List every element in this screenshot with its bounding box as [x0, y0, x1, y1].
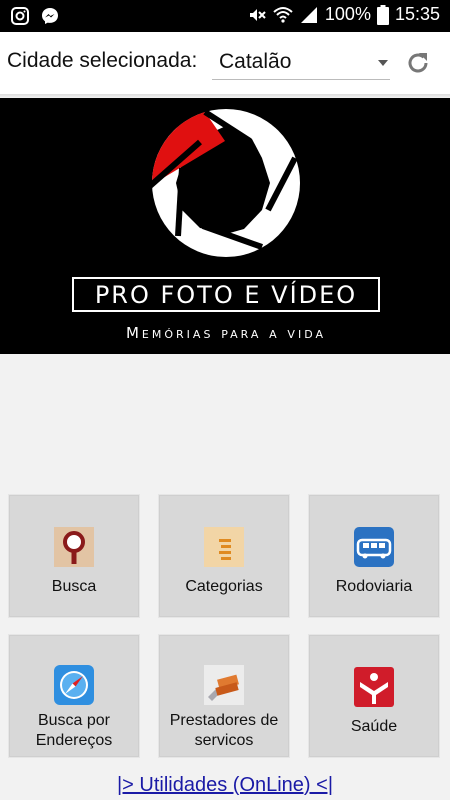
menu-tile-label: Prestadores de servicos: [169, 712, 279, 749]
city-dropdown-value: Catalão: [219, 50, 292, 73]
tools-icon: [204, 665, 244, 705]
menu-tile-label: Saúde: [350, 718, 398, 735]
battery-icon: [376, 4, 389, 25]
menu-tile-rodoviaria[interactable]: Rodoviaria: [308, 494, 440, 618]
banner-graphic: PRO FOTO E VÍDEO Memórias para a vida: [72, 109, 380, 342]
health-icon: [354, 667, 394, 707]
menu-tile-label: Busca por Endereços: [35, 712, 113, 749]
menu-tile-label: Categorias: [185, 578, 263, 595]
menu-tile-label: Rodoviaria: [335, 578, 413, 595]
footer: |> Utilidades (OnLine) <|: [0, 770, 450, 800]
dropdown-arrow-icon: [378, 60, 388, 66]
wifi-icon: [273, 6, 293, 23]
battery-percent: 100%: [324, 4, 371, 24]
mute-icon: [249, 8, 266, 21]
instagram-icon: [11, 7, 29, 25]
menu-tile-prestadores[interactable]: Prestadores de servicos: [158, 634, 290, 758]
bus-icon: [354, 527, 394, 567]
list-icon: [204, 527, 244, 567]
banner-subtitle: Memórias para a vida: [126, 324, 326, 342]
utilities-link[interactable]: |> Utilidades (OnLine) <|: [117, 774, 333, 796]
clock: 15:35: [394, 4, 440, 24]
city-label: Cidade selecionada:: [7, 49, 198, 72]
status-bar: 100% 15:35: [0, 0, 450, 32]
menu-tile-label: Busca: [51, 578, 97, 595]
messenger-icon: [42, 8, 58, 24]
menu-tile-categorias[interactable]: Categorias: [158, 494, 290, 618]
menu-tile-busca[interactable]: Busca: [8, 494, 140, 618]
aperture-logo-icon: [148, 109, 300, 257]
signal-icon: [300, 6, 317, 23]
menu-tile-saude[interactable]: Saúde: [308, 634, 440, 758]
magnifier-icon: [54, 527, 94, 567]
refresh-icon[interactable]: [404, 49, 432, 77]
banner-title: PRO FOTO E VÍDEO: [95, 280, 357, 309]
city-dropdown[interactable]: Catalão: [212, 42, 390, 80]
compass-icon: [54, 665, 94, 705]
sponsor-banner[interactable]: PRO FOTO E VÍDEO Memórias para a vida: [0, 98, 450, 354]
menu-tile-busca-enderecos[interactable]: Busca por Endereços: [8, 634, 140, 758]
